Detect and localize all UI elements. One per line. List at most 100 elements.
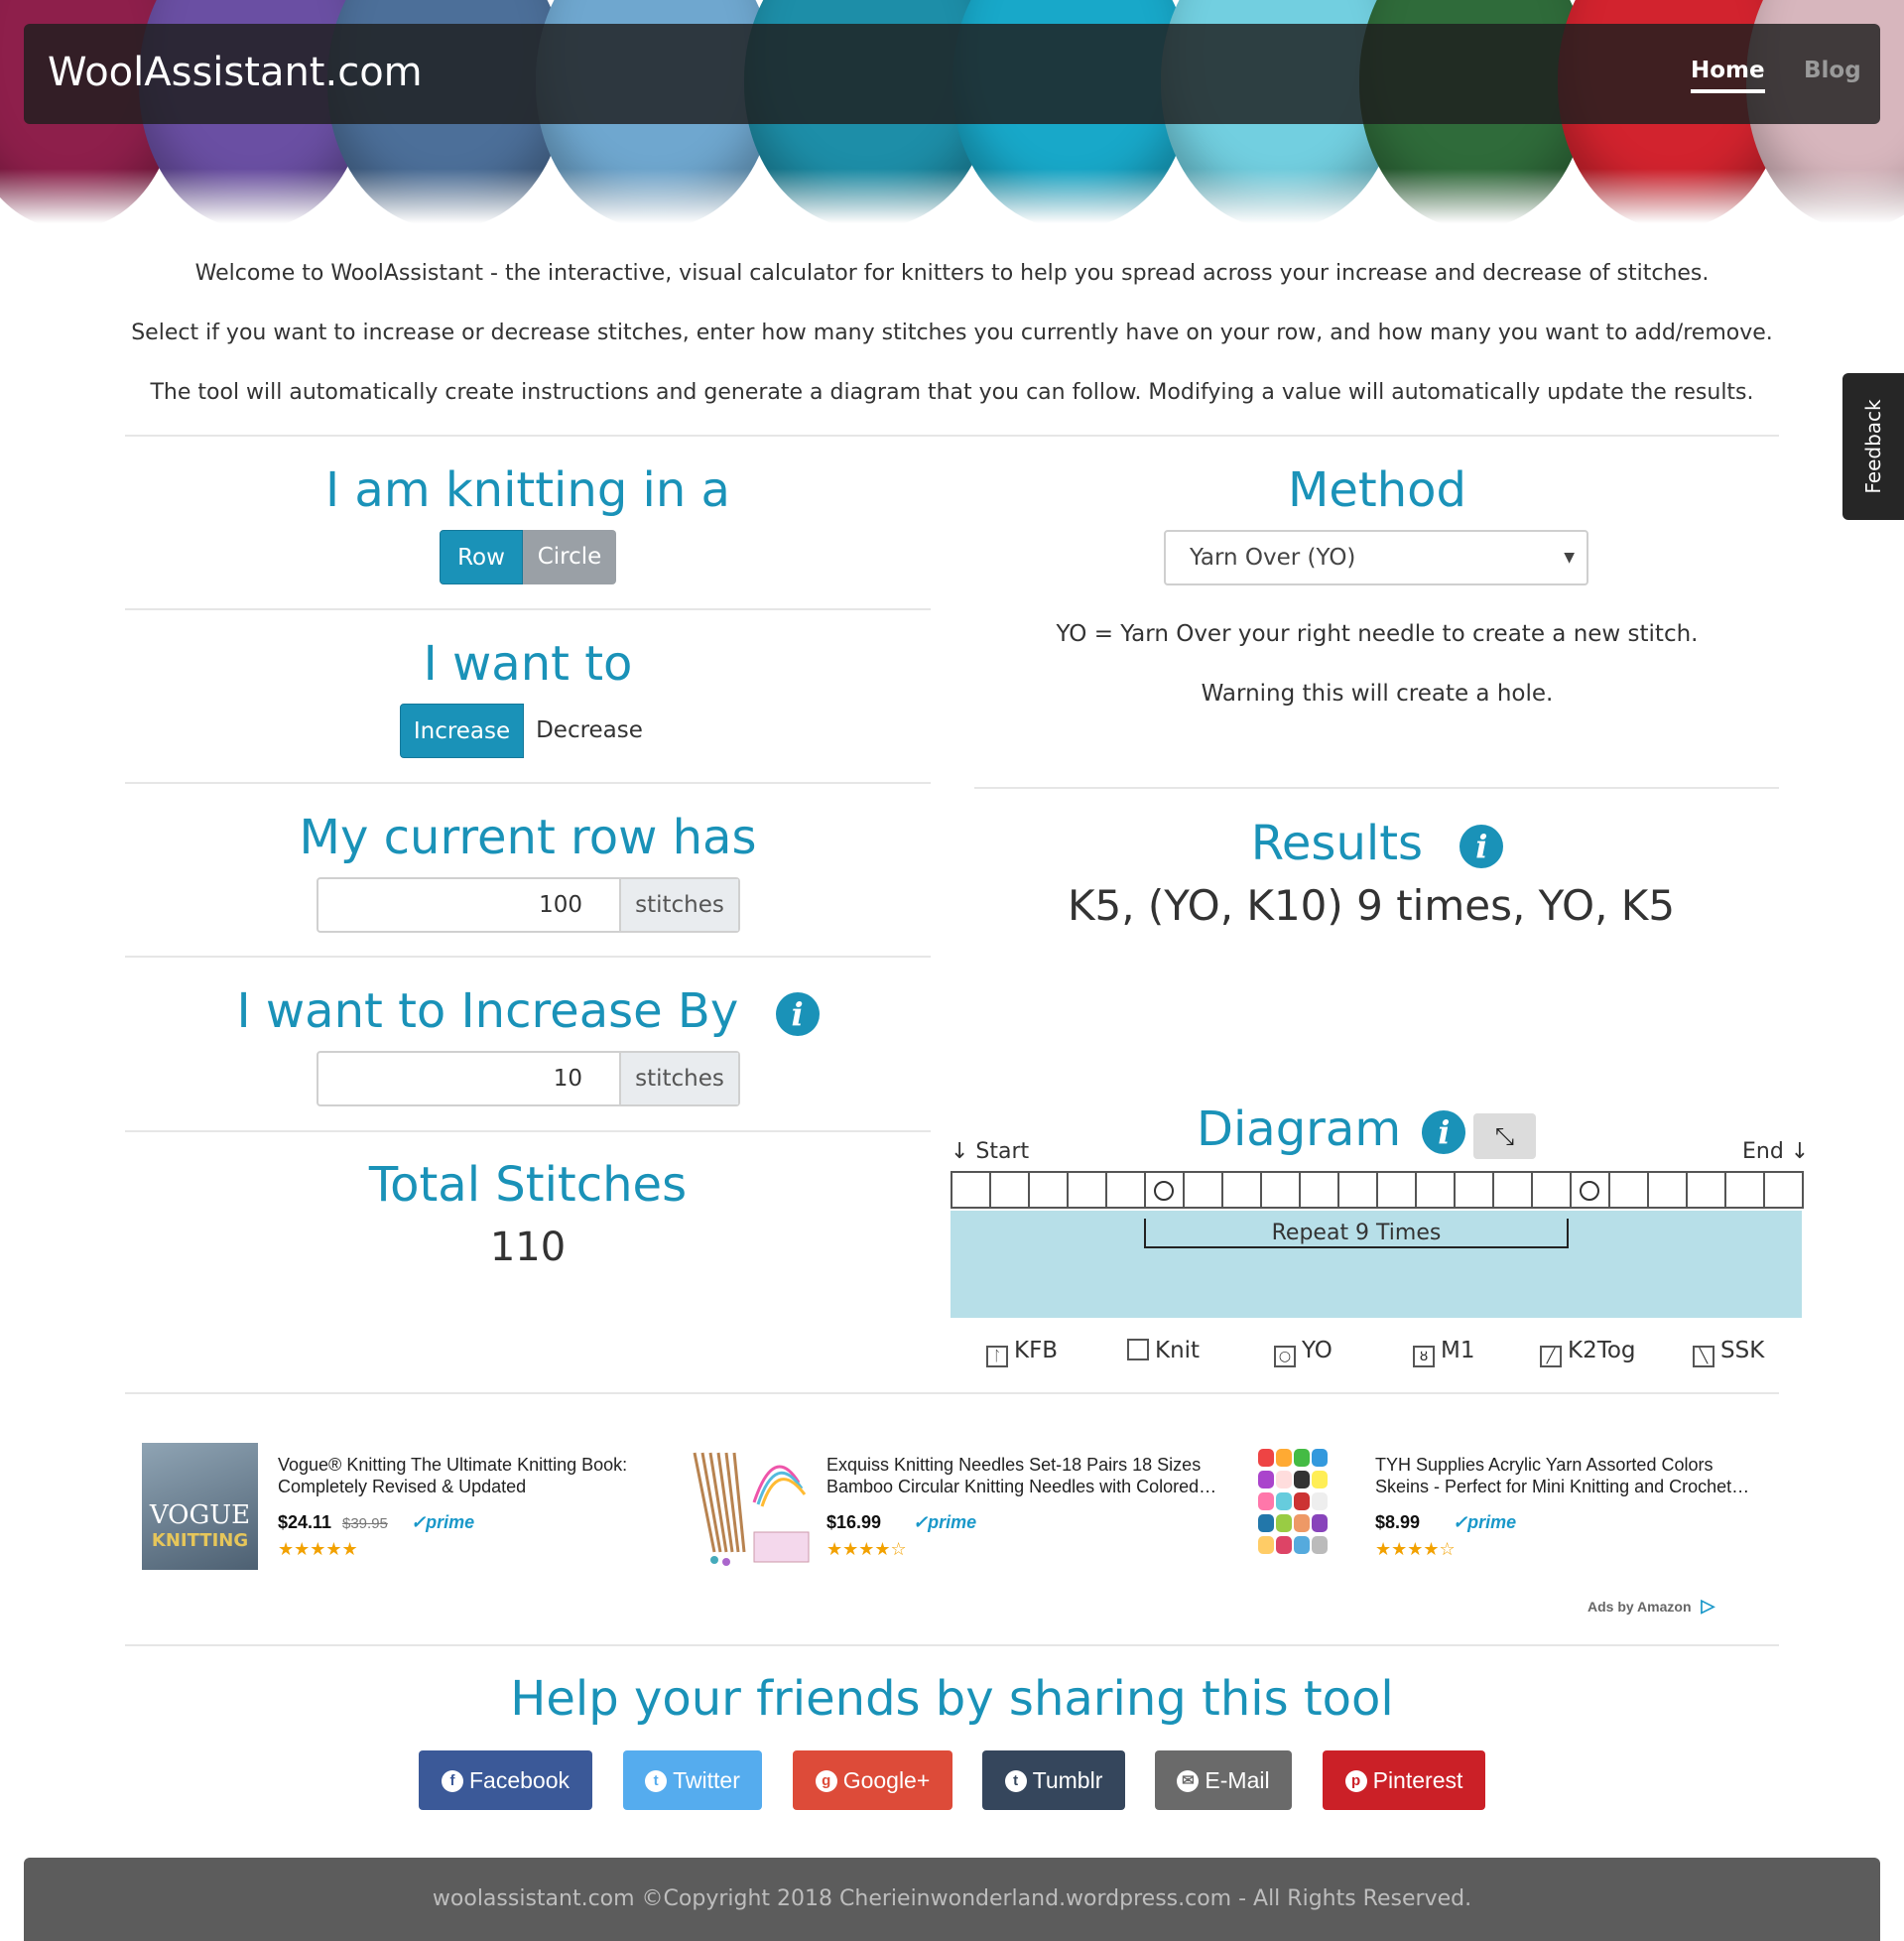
- adchoices-icon: ▷: [1701, 1596, 1715, 1616]
- footer: woolassistant.com ©Copyright 2018 Cherie…: [24, 1858, 1880, 1941]
- product-image-vogue[interactable]: VOGUE KNITTING: [142, 1443, 258, 1570]
- knit-stitch-cell: [1260, 1171, 1301, 1209]
- total-stitches-value: 110: [489, 1225, 567, 1270]
- legend-yo: ○ YO: [1274, 1338, 1333, 1367]
- ssk-icon: ╲: [1693, 1346, 1714, 1367]
- product-image-needles[interactable]: [685, 1443, 814, 1570]
- k2tog-icon: ╱: [1540, 1346, 1562, 1367]
- method-select[interactable]: Yarn Over (YO) ▼: [1164, 530, 1588, 585]
- info-icon[interactable]: i: [775, 992, 820, 1036]
- feedback-label: Feedback: [1861, 399, 1885, 494]
- product-price: $16.99: [826, 1512, 882, 1532]
- info-icon[interactable]: i: [1422, 1110, 1466, 1154]
- divider: [125, 782, 931, 784]
- yo-stitch-cell: [1570, 1171, 1610, 1209]
- increase-by-heading: I want to Increase By i: [125, 983, 931, 1039]
- share-google-button[interactable]: g Google+: [793, 1750, 952, 1810]
- share-tumblr-button[interactable]: t Tumblr: [982, 1750, 1125, 1810]
- total-stitches-heading: Total Stitches: [368, 1157, 688, 1213]
- google-plus-icon: g: [815, 1770, 837, 1792]
- knit-stitch-cell: [1376, 1171, 1417, 1209]
- facebook-icon: f: [441, 1770, 463, 1792]
- legend-label: YO: [1302, 1338, 1333, 1363]
- intro-line-1: Welcome to WoolAssistant - the interacti…: [194, 261, 1710, 286]
- legend-label: Knit: [1155, 1338, 1201, 1363]
- diagram-end-label: End ↓: [1742, 1139, 1810, 1164]
- knit-stitch-cell: [1299, 1171, 1339, 1209]
- legend-label: KFB: [1014, 1338, 1059, 1363]
- knit-stitch-cell: [1183, 1171, 1223, 1209]
- expand-diagram-button[interactable]: ⤡: [1473, 1113, 1536, 1159]
- prime-badge: ✓prime: [411, 1512, 475, 1532]
- share-facebook-button[interactable]: f Facebook: [419, 1750, 592, 1810]
- knit-stitch-cell: [1492, 1171, 1533, 1209]
- decrease-toggle-button[interactable]: Decrease: [524, 704, 655, 758]
- share-email-button[interactable]: ✉ E-Mail: [1155, 1750, 1292, 1810]
- results-heading: Results i: [974, 816, 1780, 871]
- product-title[interactable]: TYH Supplies Acrylic Yarn Assorted Color…: [1375, 1454, 1749, 1497]
- row-toggle-button[interactable]: Row: [440, 530, 523, 584]
- divider: [125, 1644, 1779, 1646]
- twitter-icon: t: [645, 1770, 668, 1792]
- current-stitches-input-group: 100 stitches: [317, 877, 740, 933]
- increase-by-input-group: 10 stitches: [317, 1051, 740, 1106]
- info-icon[interactable]: i: [1460, 825, 1504, 868]
- knit-stitch-cell: [989, 1171, 1030, 1209]
- legend-kfb: ᛚ KFB: [986, 1338, 1058, 1367]
- results-heading-text: Results: [1250, 816, 1424, 871]
- increase-by-input[interactable]: 10: [318, 1053, 622, 1104]
- method-heading: Method: [1287, 462, 1467, 518]
- divider: [974, 787, 1779, 789]
- star-rating: ★★★★☆: [1375, 1539, 1456, 1560]
- knit-stitch-cell: [1221, 1171, 1262, 1209]
- tumblr-icon: t: [1004, 1770, 1027, 1792]
- divider: [125, 1392, 1779, 1394]
- diagram-start-label: ↓ Start: [951, 1139, 1030, 1164]
- diagram-stitch-row: [951, 1171, 1804, 1211]
- yo-stitch-cell: [1144, 1171, 1185, 1209]
- product-title[interactable]: Vogue® Knitting The Ultimate Knitting Bo…: [278, 1454, 627, 1497]
- star-rating: ★★★★★: [278, 1539, 358, 1560]
- increase-toggle-button[interactable]: Increase: [400, 704, 524, 758]
- knit-stitch-cell: [1105, 1171, 1146, 1209]
- pinterest-icon: p: [1344, 1770, 1367, 1792]
- knit-stitch-cell: [1454, 1171, 1494, 1209]
- ads-by-amazon[interactable]: Ads by Amazon ▷: [1587, 1596, 1714, 1617]
- knit-stitch-cell: [1067, 1171, 1107, 1209]
- current-stitches-input[interactable]: 100: [318, 879, 622, 931]
- repeat-bracket: Repeat 9 Times: [1144, 1219, 1569, 1248]
- prime-badge: ✓prime: [1453, 1512, 1517, 1532]
- divider: [125, 435, 1779, 437]
- current-row-heading: My current row has: [299, 810, 757, 865]
- knit-icon: [1127, 1339, 1149, 1360]
- share-pinterest-button[interactable]: p Pinterest: [1323, 1750, 1485, 1810]
- chevron-down-icon: ▼: [1564, 550, 1575, 566]
- divider: [125, 1130, 931, 1132]
- site-brand[interactable]: WoolAssistant.com: [48, 50, 423, 95]
- knit-stitch-cell: [1028, 1171, 1069, 1209]
- divider: [125, 608, 931, 610]
- product-price: $8.99: [1375, 1512, 1421, 1532]
- top-navbar: WoolAssistant.com: [24, 24, 1880, 124]
- knit-stitch-cell: [1724, 1171, 1765, 1209]
- knit-stitch-cell: [1763, 1171, 1804, 1209]
- product-title[interactable]: Exquiss Knitting Needles Set-18 Pairs 18…: [826, 1454, 1216, 1497]
- legend-knit: Knit: [1127, 1338, 1200, 1363]
- method-warning: Warning this will create a hole.: [1201, 681, 1554, 707]
- method-select-value: Yarn Over (YO): [1190, 545, 1356, 571]
- circle-toggle-button[interactable]: Circle: [523, 530, 616, 584]
- increase-by-heading-text: I want to Increase By: [236, 983, 739, 1039]
- nav-link-blog[interactable]: Blog: [1804, 58, 1861, 83]
- knit-stitch-cell: [1686, 1171, 1726, 1209]
- share-twitter-button[interactable]: t Twitter: [623, 1750, 762, 1810]
- expand-icon: ⤡: [1494, 1122, 1515, 1150]
- intro-line-2: Select if you want to increase or decrea…: [131, 321, 1773, 345]
- diagram-heading-text: Diagram: [1197, 1101, 1402, 1157]
- method-description: YO = Yarn Over your right needle to crea…: [1056, 621, 1699, 647]
- knit-stitch-cell: [1531, 1171, 1572, 1209]
- product-image-yarn[interactable]: [1252, 1443, 1339, 1570]
- nav-link-home[interactable]: Home: [1691, 58, 1765, 93]
- results-text: K5, (YO, K10) 9 times, YO, K5: [1067, 881, 1676, 930]
- knit-stitch-cell: [951, 1171, 991, 1209]
- stitches-addon: stitches: [619, 879, 738, 931]
